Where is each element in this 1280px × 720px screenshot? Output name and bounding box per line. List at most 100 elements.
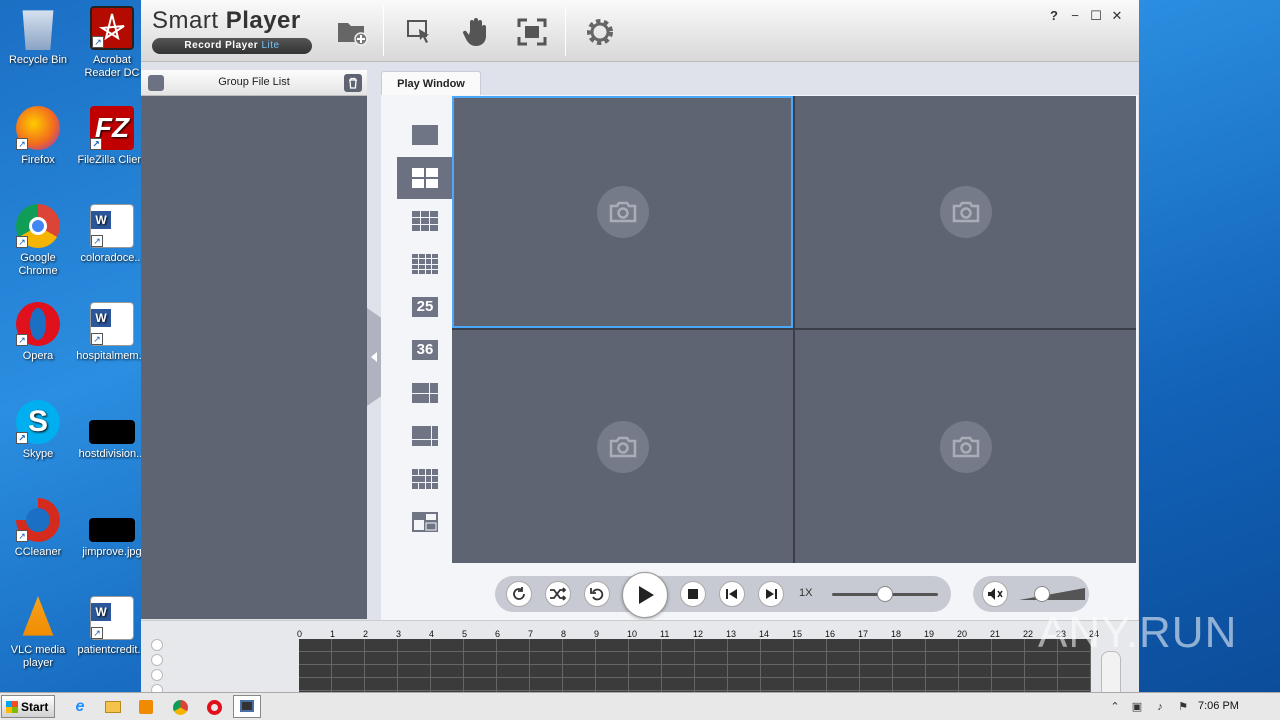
stop-button[interactable] bbox=[680, 581, 706, 607]
skype-icon: S ↗ bbox=[16, 400, 60, 444]
timeline-hour-label: 7 bbox=[528, 629, 534, 639]
trash-icon bbox=[349, 77, 357, 89]
layout-8-icon bbox=[412, 426, 438, 446]
tray-expand-icon[interactable]: ⌃ bbox=[1108, 700, 1122, 714]
tab-play-window[interactable]: Play Window bbox=[381, 71, 481, 96]
undo-icon bbox=[590, 588, 604, 601]
desktop-icon-ccleaner[interactable]: ↗ CCleaner bbox=[0, 498, 76, 559]
delete-button[interactable] bbox=[344, 74, 362, 92]
camera-icon bbox=[596, 186, 649, 238]
layout-16-button[interactable] bbox=[397, 243, 453, 285]
sync-play-button[interactable] bbox=[506, 581, 532, 607]
video-cell-2[interactable] bbox=[795, 96, 1136, 328]
maximize-button[interactable]: ☐ bbox=[1087, 8, 1105, 24]
desktop-icon-firefox[interactable]: ↗ Firefox bbox=[0, 106, 76, 167]
timeline-channel-radio[interactable] bbox=[151, 639, 163, 651]
media-player-icon[interactable] bbox=[136, 697, 156, 717]
volume-controls bbox=[973, 576, 1089, 612]
layout-13-button[interactable] bbox=[397, 458, 453, 500]
settings-button[interactable] bbox=[583, 15, 617, 49]
network-icon[interactable]: ▣ bbox=[1130, 700, 1144, 714]
custom-layout-icon bbox=[412, 512, 438, 532]
progress-slider-knob[interactable] bbox=[877, 586, 893, 602]
desktop-icon-hospital-doc[interactable]: W ↗ hospitalmem... bbox=[74, 302, 150, 363]
layout-13-icon bbox=[412, 469, 438, 489]
play-button[interactable] bbox=[622, 572, 668, 618]
layout-6-button[interactable] bbox=[397, 372, 453, 414]
add-folder-button[interactable] bbox=[335, 15, 369, 49]
start-button[interactable]: Start bbox=[1, 695, 55, 718]
desktop-icon-recycle-bin[interactable]: Recycle Bin bbox=[0, 6, 76, 67]
video-cell-1[interactable] bbox=[452, 96, 793, 328]
help-button[interactable]: ? bbox=[1045, 8, 1063, 24]
toolbar-separator bbox=[383, 6, 384, 56]
timeline-hour-label: 8 bbox=[561, 629, 567, 639]
desktop-icon-hostdivision[interactable]: hostdivision... bbox=[74, 400, 150, 461]
timeline-hour-label: 1 bbox=[330, 629, 336, 639]
stop-icon bbox=[688, 589, 698, 599]
layout-selector: 25 36 bbox=[397, 95, 453, 565]
timeline-hour-label: 15 bbox=[792, 629, 803, 639]
camera-icon bbox=[939, 186, 992, 238]
timeline-hour-label: 11 bbox=[660, 629, 670, 639]
ie-icon[interactable]: e bbox=[70, 697, 90, 717]
desktop-icon-vlc[interactable]: VLC media player bbox=[0, 596, 76, 670]
video-cell-3[interactable] bbox=[452, 330, 793, 563]
explorer-icon[interactable] bbox=[103, 697, 123, 717]
clock: 7:06 PM bbox=[1198, 700, 1239, 712]
timeline-hour-label: 9 bbox=[594, 629, 600, 639]
timeline-hour-label: 12 bbox=[693, 629, 704, 639]
group-file-list-panel: Group File List bbox=[141, 70, 367, 619]
layout-1-button[interactable] bbox=[397, 114, 453, 156]
desktop-icon-opera[interactable]: ↗ Opera bbox=[0, 302, 76, 363]
timeline-channel-radio[interactable] bbox=[151, 669, 163, 681]
layout-25-button[interactable]: 25 bbox=[397, 286, 453, 328]
desktop-icon-jimprove[interactable]: jimprove.jpg bbox=[74, 498, 150, 559]
fullscreen-button[interactable] bbox=[515, 15, 549, 49]
desktop-icon-filezilla[interactable]: FZ ↗ FileZilla Client bbox=[74, 106, 150, 167]
timeline-channel-radio[interactable] bbox=[151, 654, 163, 666]
layout-4-icon bbox=[412, 168, 438, 188]
chrome-taskbar-icon[interactable] bbox=[170, 697, 190, 717]
volume-slider[interactable] bbox=[1019, 586, 1085, 602]
speed-label: 1X bbox=[799, 587, 813, 599]
play-icon bbox=[639, 586, 654, 604]
acrobat-icon: ↗ bbox=[90, 6, 134, 50]
layout-9-icon bbox=[412, 211, 438, 231]
collapse-panel-handle[interactable] bbox=[367, 308, 381, 406]
volume-slider-knob[interactable] bbox=[1034, 586, 1051, 602]
layout-4-button[interactable] bbox=[397, 157, 453, 199]
desktop-icon-chrome[interactable]: ↗ Google Chrome bbox=[0, 204, 76, 278]
timeline-hour-label: 17 bbox=[858, 629, 869, 639]
desktop-icon-colorado-doc[interactable]: W ↗ coloradoce... bbox=[74, 204, 150, 265]
camera-icon bbox=[596, 420, 649, 473]
gear-icon bbox=[587, 19, 613, 45]
pan-tool-button[interactable] bbox=[459, 15, 493, 49]
timeline-grid[interactable] bbox=[299, 639, 1091, 693]
layout-custom-button[interactable] bbox=[397, 501, 453, 543]
playback-controls: 1X bbox=[495, 572, 951, 618]
shuffle-button[interactable] bbox=[545, 581, 571, 607]
next-frame-button[interactable] bbox=[758, 581, 784, 607]
layout-36-button[interactable]: 36 bbox=[397, 329, 453, 371]
desktop-icon-acrobat[interactable]: ↗ Acrobat Reader DC bbox=[74, 6, 150, 80]
flag-icon[interactable]: ⚑ bbox=[1176, 700, 1190, 714]
close-button[interactable]: ✕ bbox=[1108, 8, 1126, 24]
layout-9-button[interactable] bbox=[397, 200, 453, 242]
minimize-button[interactable]: − bbox=[1066, 8, 1084, 24]
timeline-hour-label: 0 bbox=[297, 629, 303, 639]
smart-player-taskbar-button[interactable] bbox=[233, 695, 261, 718]
ccleaner-icon: ↗ bbox=[16, 498, 60, 542]
volume-tray-icon[interactable]: ♪ bbox=[1153, 700, 1167, 714]
previous-frame-button[interactable] bbox=[719, 581, 745, 607]
mute-button[interactable] bbox=[982, 581, 1008, 607]
title-bar: Smart Player Record Player Lite ? − ☐ ✕ bbox=[141, 0, 1139, 62]
desktop-icon-patientcredit[interactable]: W ↗ patientcredit... bbox=[74, 596, 150, 657]
layout-8-button[interactable] bbox=[397, 415, 453, 457]
opera-taskbar-icon[interactable] bbox=[204, 697, 224, 717]
select-tool-button[interactable] bbox=[403, 15, 437, 49]
rewind-button[interactable] bbox=[584, 581, 610, 607]
timeline-hour-label: 19 bbox=[924, 629, 935, 639]
desktop-icon-skype[interactable]: S ↗ Skype bbox=[0, 400, 76, 461]
video-cell-4[interactable] bbox=[795, 330, 1136, 563]
